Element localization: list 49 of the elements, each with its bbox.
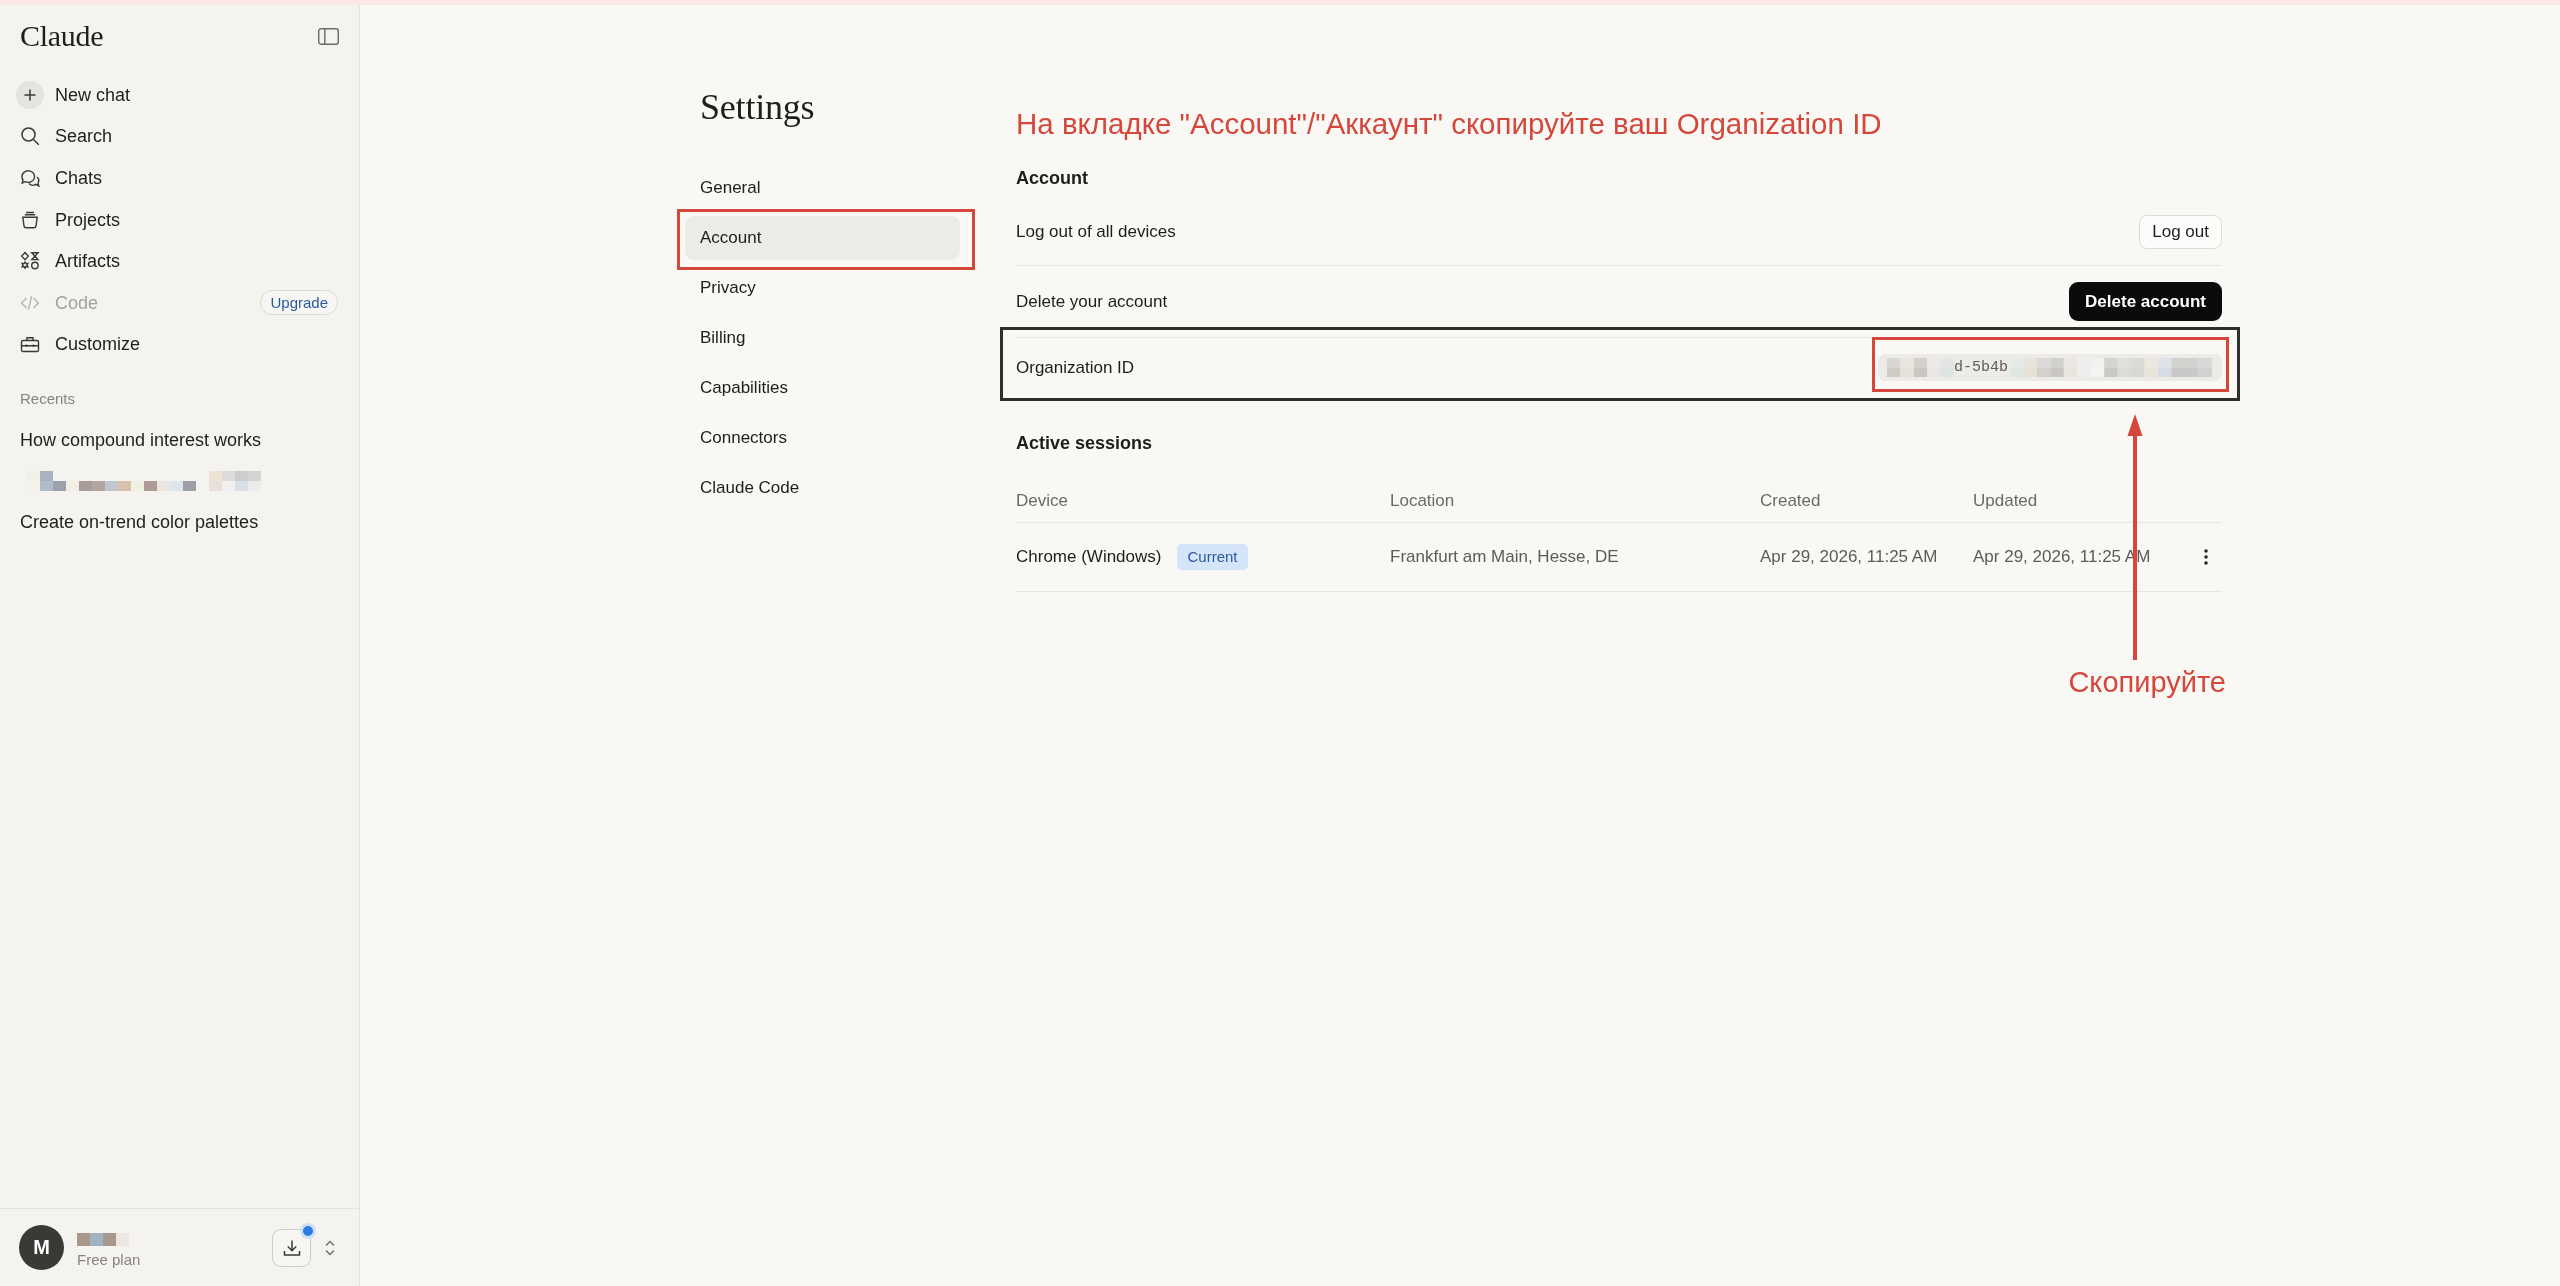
annotation-title: На вкладке "Account"/"Аккаунт" скопируйте ваш Organization ID [1016, 106, 1883, 142]
table-cell-text: Frankfurt am Main, Hesse, DE [1390, 547, 1620, 567]
settings-tab[interactable]: Claude Code [685, 466, 960, 510]
plus-icon [16, 80, 44, 109]
sidebar-toggle-icon[interactable] [318, 27, 339, 45]
table-cell-text: Apr 29, 2026, 11:25 AM [1760, 547, 1939, 567]
recent-chat-item[interactable]: How compound interest works [20, 427, 262, 452]
plan-label: Free plan [77, 1250, 141, 1269]
more-options-icon[interactable] [2204, 549, 2208, 565]
chevron-up-down-icon[interactable] [325, 1239, 335, 1256]
jar-icon [20, 209, 40, 230]
recent-chat-item[interactable]: Create on-trend color palettes [20, 509, 259, 534]
setting-label: Organization ID [1016, 356, 1135, 379]
annotation-label: Скопируйте [2068, 665, 2226, 700]
setting-label: Delete your account [1016, 290, 1168, 313]
settings-tab[interactable]: Billing [685, 316, 960, 360]
sidebar-item[interactable]: Projects [16, 205, 121, 234]
download-button[interactable] [272, 1228, 311, 1267]
settings-tab[interactable]: Capabilities [685, 366, 960, 410]
settings-tab[interactable]: Privacy [685, 266, 960, 310]
column-header: Updated [1973, 491, 2039, 511]
settings-tab[interactable]: General [685, 166, 960, 210]
section-label: Recents [19, 389, 77, 410]
sidebar-item[interactable]: Artifacts [16, 247, 120, 276]
section-title: Active sessions [1016, 432, 1154, 455]
current-badge: Current [1177, 544, 1248, 570]
sidebar-item[interactable]: Customize [16, 330, 141, 359]
settings-tab[interactable]: Connectors [685, 416, 960, 460]
log-out-button[interactable]: Log out [2139, 215, 2222, 249]
setting-label: Log out of all devices [1016, 221, 1176, 243]
delete-account-button[interactable]: Delete account [2069, 282, 2222, 321]
sidebar-item[interactable]: Search [16, 122, 113, 151]
avatar: M [19, 1225, 64, 1270]
shapes-icon [20, 251, 40, 272]
pixelated-placeholder [1887, 358, 1954, 377]
logo-wordmark[interactable]: Claude [20, 18, 104, 54]
chat-bubbles-icon [20, 168, 40, 188]
section-title: Account [1016, 167, 1089, 190]
column-header: Location [1390, 491, 1456, 511]
column-header: Created [1760, 491, 1822, 511]
sidebar-item[interactable]: New chat [16, 80, 131, 109]
page-title: Settings [699, 86, 816, 128]
sidebar-item[interactable]: Chats [16, 164, 103, 192]
column-header: Device [1016, 491, 1069, 511]
toolbox-icon [20, 334, 40, 355]
search-icon [20, 126, 40, 147]
device-name: Chrome (Windows) [1016, 547, 1162, 567]
settings-tab[interactable]: Account [685, 216, 960, 260]
organization-id-field[interactable]: d-5b4b [1878, 354, 2222, 381]
